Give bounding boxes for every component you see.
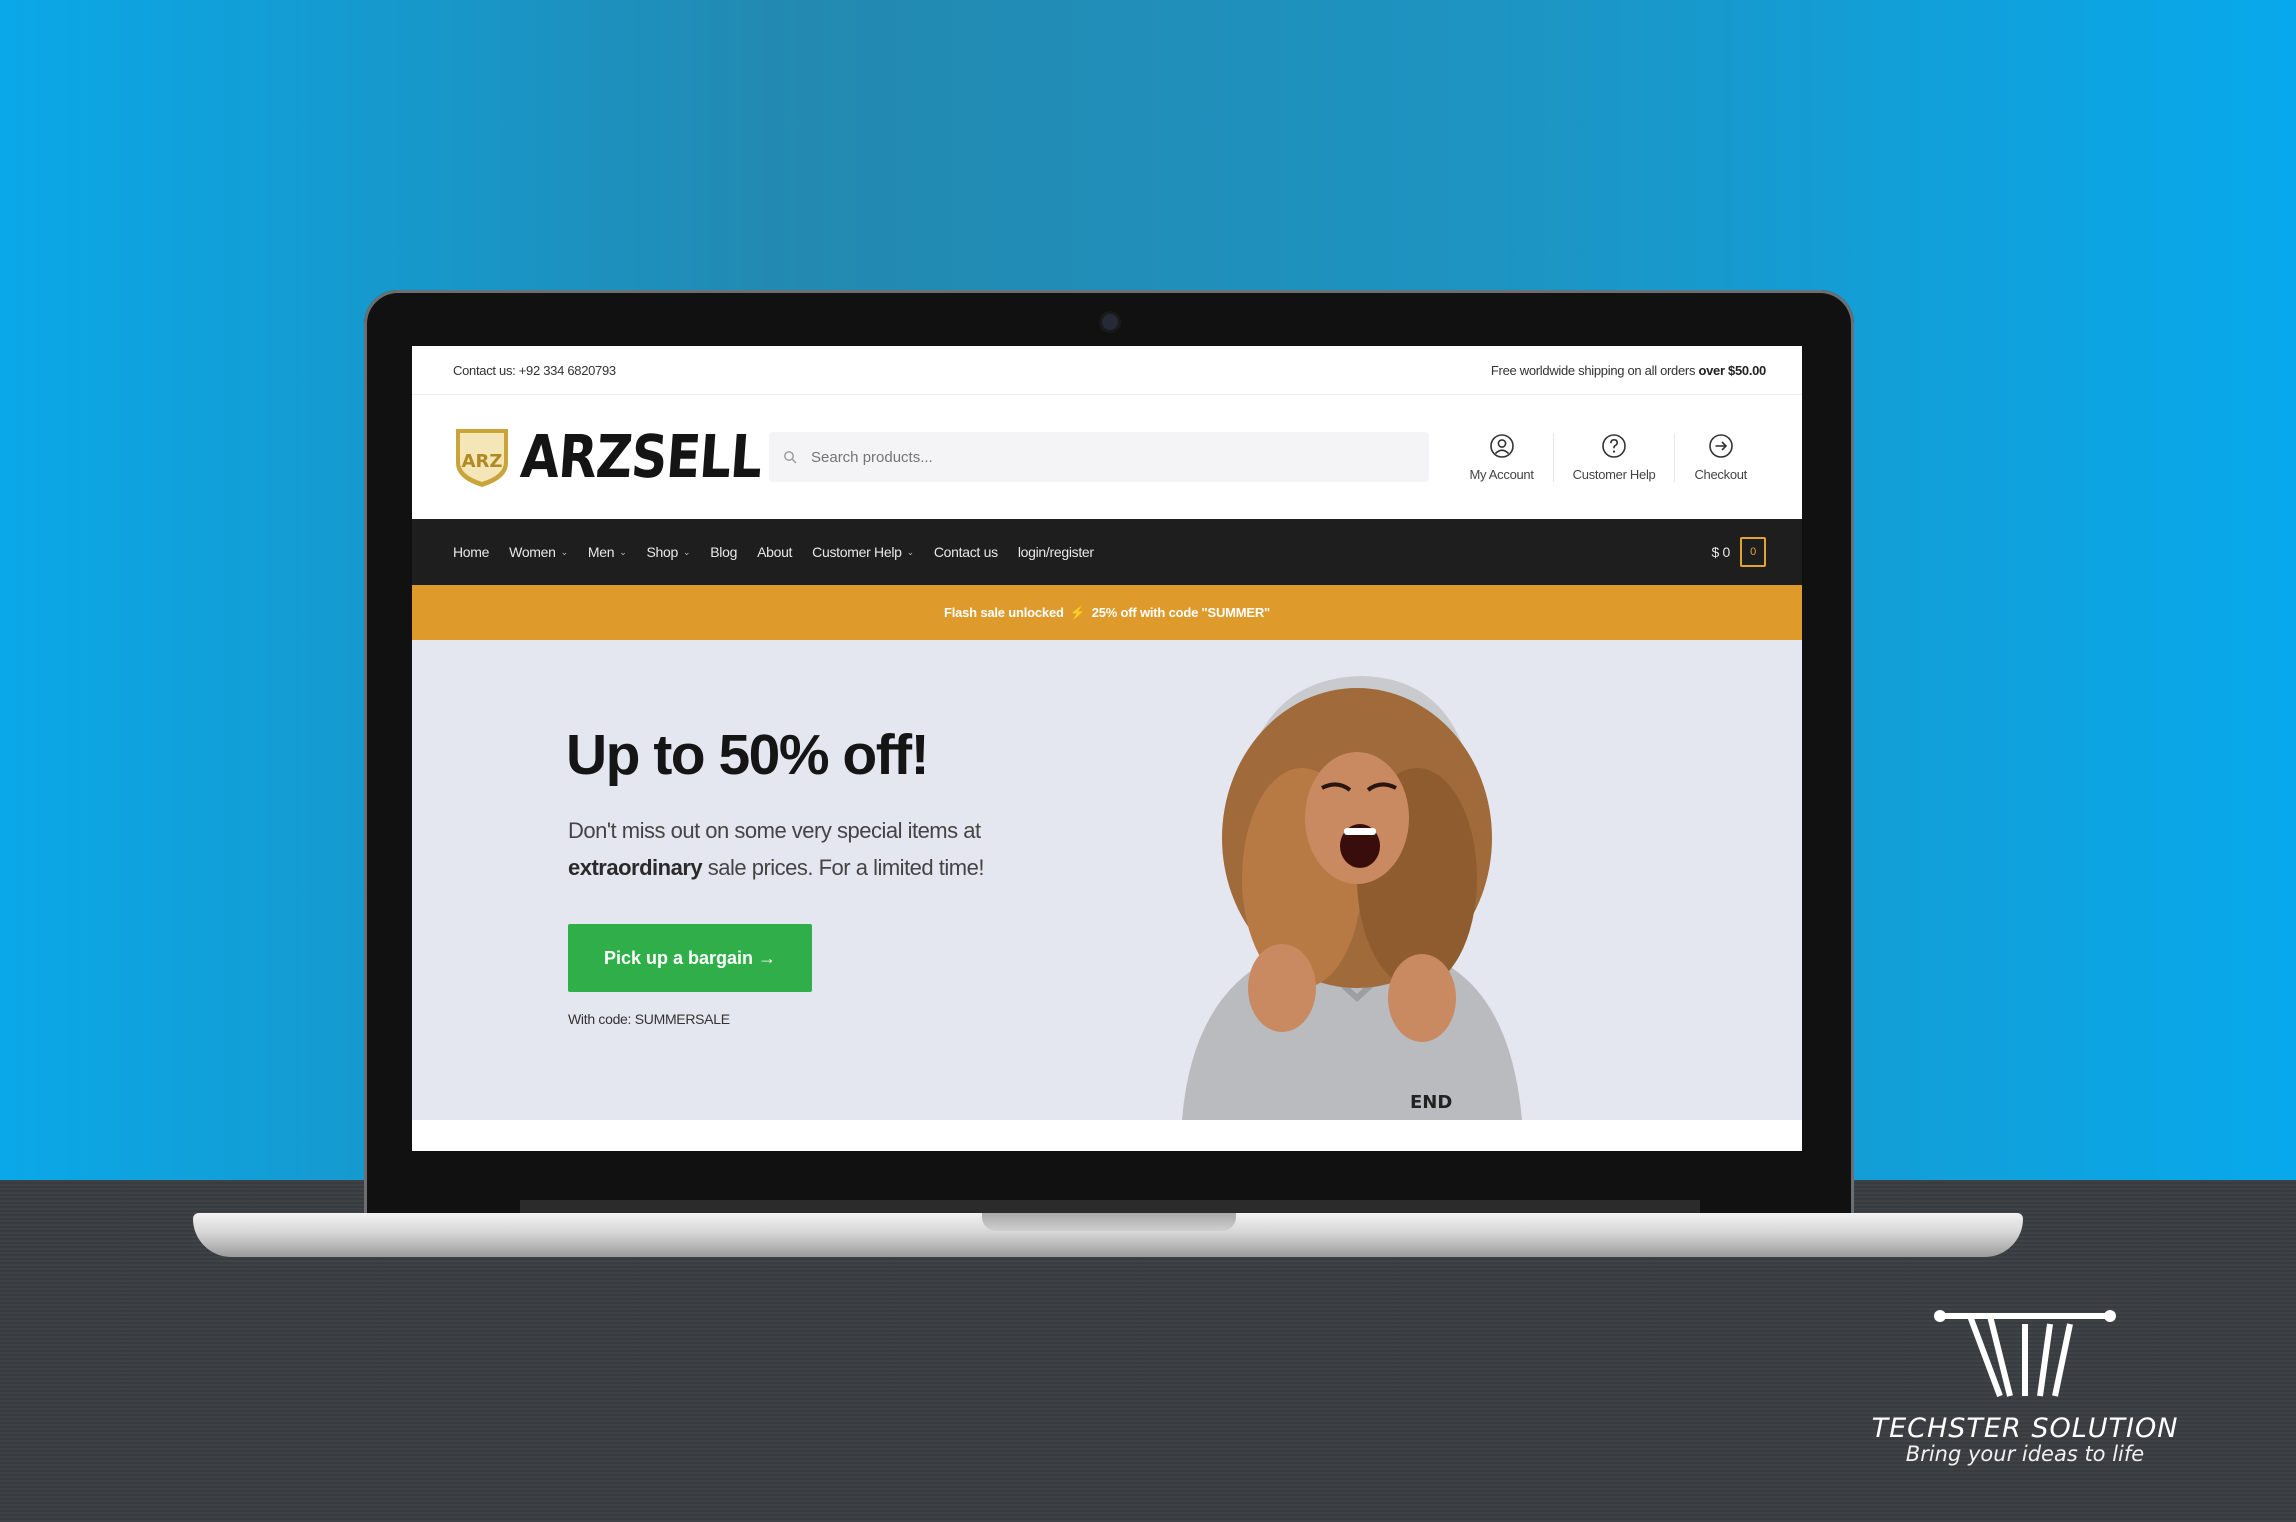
brand-tagline: Bring your ideas to life — [1905, 1442, 2145, 1466]
chevron-down-icon: ⌄ — [619, 546, 627, 557]
cart-bag-icon: 0 — [1740, 537, 1766, 567]
hero-title: Up to 50% off! — [566, 723, 930, 787]
checkout-icon — [1708, 433, 1733, 458]
coupon-code-text: With code: SUMMERSALE — [568, 1011, 730, 1027]
nav-item-home[interactable]: Home — [453, 544, 489, 560]
nav-item-contact[interactable]: Contact us — [934, 544, 998, 560]
svg-text:END: END — [1410, 1092, 1452, 1113]
cart-count: 0 — [1750, 546, 1756, 558]
cart-button[interactable]: $ 0 0 — [1711, 537, 1766, 567]
nav-item-men[interactable]: Men ⌄ — [588, 544, 627, 560]
contact-text: Contact us: +92 334 6820793 — [453, 362, 616, 378]
hero-description: Don't miss out on some very special item… — [568, 818, 984, 880]
lightning-icon: ⚡ — [1069, 604, 1086, 620]
checkout-label: Checkout — [1694, 466, 1747, 482]
site-header: ARZ ARZSELL My Account Customer Help Che… — [412, 395, 1802, 519]
my-account-label: My Account — [1469, 466, 1534, 482]
nav-item-customer-help[interactable]: Customer Help ⌄ — [812, 544, 914, 560]
laptop-notch — [982, 1213, 1236, 1231]
nav-item-shop[interactable]: Shop ⌄ — [646, 544, 690, 560]
site-logo[interactable]: ARZ ARZSELL — [453, 422, 769, 492]
chevron-down-icon: ⌄ — [682, 546, 691, 557]
chevron-down-icon: ⌄ — [906, 546, 915, 557]
nav-item-about[interactable]: About — [757, 544, 792, 560]
customer-help-label: Customer Help — [1572, 466, 1656, 482]
checkout-link[interactable]: Checkout — [1674, 432, 1766, 482]
laptop-hinge — [520, 1200, 1700, 1213]
chevron-down-icon: ⌄ — [560, 546, 569, 557]
nav-item-blog[interactable]: Blog — [710, 544, 737, 560]
user-icon — [1489, 433, 1514, 458]
search-icon — [784, 451, 797, 464]
search-box[interactable] — [769, 432, 1429, 482]
website-screen: Contact us: +92 334 6820793 Free worldwi… — [412, 346, 1802, 1151]
logo-shield-icon: ARZ — [456, 429, 508, 487]
cart-total: $ 0 — [1711, 544, 1730, 560]
techster-logo-icon — [1934, 1310, 2116, 1398]
main-navigation: Home Women ⌄ Men ⌄ Shop ⌄ Blog About Custom… — [412, 519, 1802, 585]
webcam — [1102, 314, 1118, 330]
shipping-text: Free worldwide shipping on all orders ov… — [1490, 362, 1766, 378]
hero-model-image: END — [1152, 668, 1562, 1120]
techster-watermark: TECHSTER SOLUTION Bring your ideas to li… — [1800, 1306, 2250, 1466]
logo-text: ARZSELL — [518, 422, 764, 492]
nav-item-login[interactable]: login/register — [1018, 544, 1094, 560]
svg-text:ARZ: ARZ — [462, 451, 503, 472]
customer-help-link[interactable]: Customer Help — [1552, 432, 1675, 482]
header-links: My Account Customer Help Checkout — [1450, 432, 1766, 482]
nav-item-women[interactable]: Women ⌄ — [509, 544, 568, 560]
hero-section: Up to 50% off! Don't miss out on some ve… — [412, 640, 1802, 1120]
screen-bottom-strip — [412, 1120, 1802, 1151]
my-account-link[interactable]: My Account — [1450, 433, 1552, 482]
search-input[interactable] — [809, 447, 1393, 467]
top-info-bar: Contact us: +92 334 6820793 Free worldwi… — [412, 346, 1802, 395]
pick-up-bargain-button[interactable]: Pick up a bargain → — [568, 924, 812, 992]
brand-name: TECHSTER SOLUTION — [1871, 1413, 2179, 1444]
help-icon — [1602, 433, 1626, 458]
promo-banner: Flash sale unlocked ⚡ 25% off with code "S… — [412, 585, 1802, 640]
